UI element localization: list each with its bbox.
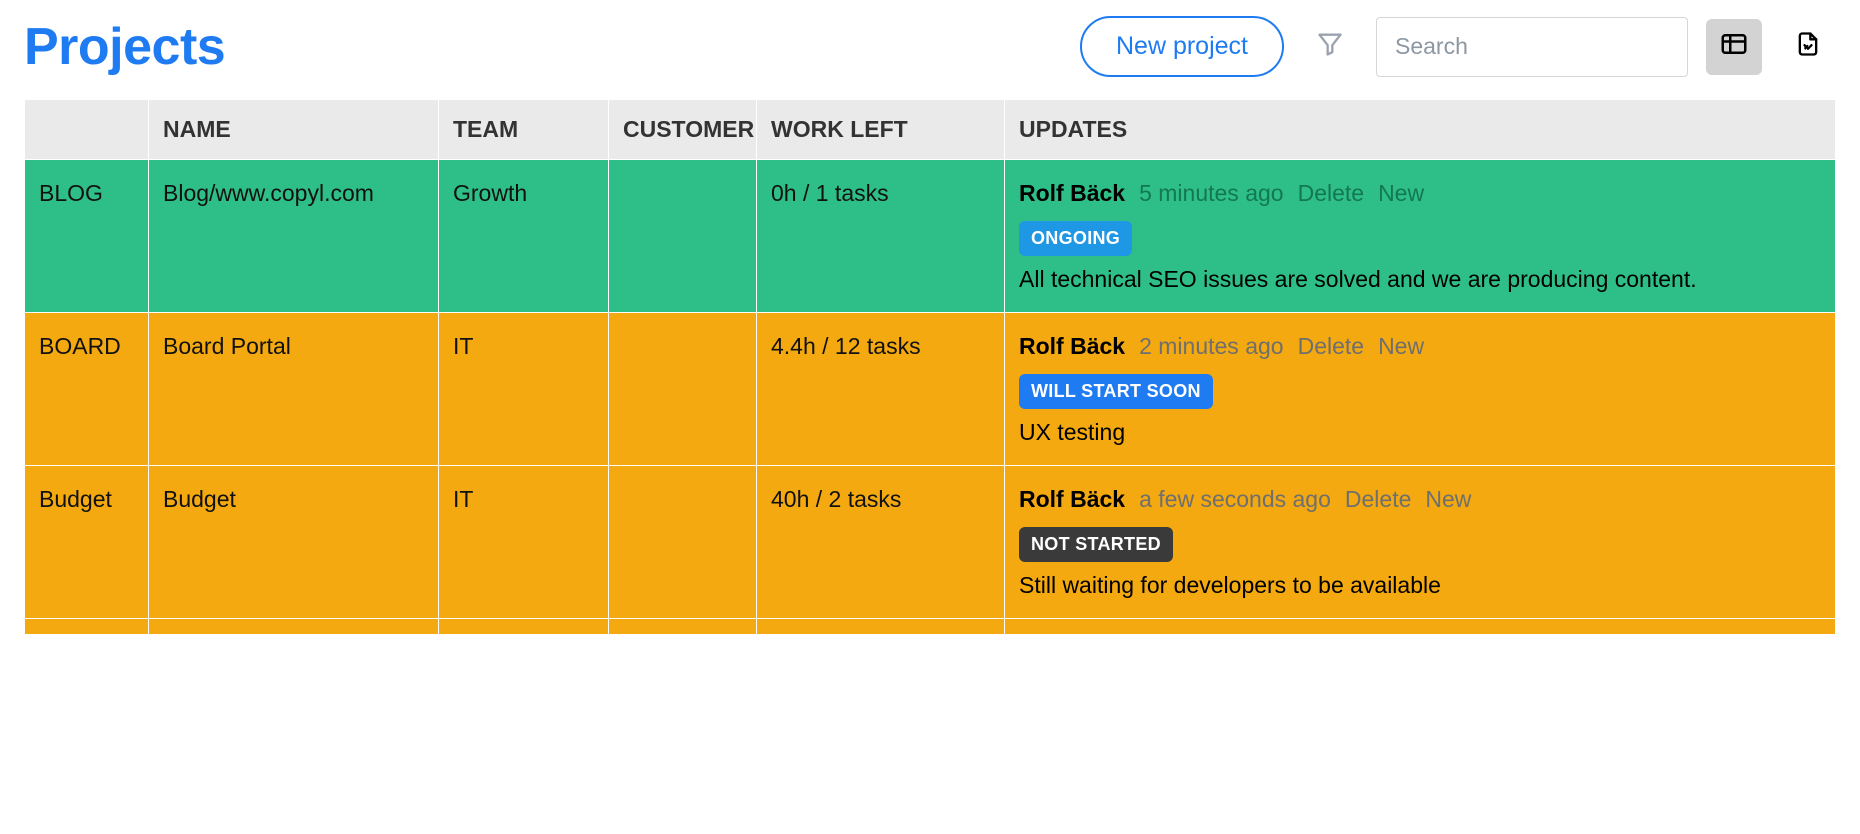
new-link[interactable]: New: [1378, 329, 1424, 364]
update-author: Rolf Bäck: [1019, 329, 1125, 364]
cell-customer: [609, 466, 757, 619]
cell-name: Blog/www.copyl.com: [149, 160, 439, 313]
cell-code: BOARD: [25, 313, 149, 466]
update-author: Rolf Bäck: [1019, 176, 1125, 211]
cell-empty: [149, 619, 439, 635]
cell-empty: [757, 619, 1005, 635]
update-meta: Rolf Bäck 2 minutes ago Delete New: [1019, 329, 1821, 364]
update-time: a few seconds ago: [1139, 482, 1331, 517]
update-text: All technical SEO issues are solved and …: [1019, 262, 1821, 297]
page: Projects New project: [0, 0, 1860, 635]
status-badge: ONGOING: [1019, 221, 1132, 256]
cell-team: IT: [439, 466, 609, 619]
filter-button[interactable]: [1302, 19, 1358, 75]
update-author: Rolf Bäck: [1019, 482, 1125, 517]
col-header-team[interactable]: TEAM: [439, 100, 609, 160]
search-input[interactable]: [1376, 17, 1688, 77]
page-title: Projects: [24, 17, 225, 77]
col-header-code[interactable]: [25, 100, 149, 160]
cell-customer: [609, 160, 757, 313]
table-row[interactable]: BudgetBudgetIT40h / 2 tasksRolf Bäcka fe…: [25, 466, 1836, 619]
cell-workleft: 4.4h / 12 tasks: [757, 313, 1005, 466]
table-icon: [1719, 29, 1749, 65]
cell-empty: [1005, 619, 1836, 635]
status-badge: NOT STARTED: [1019, 527, 1173, 562]
cell-workleft: 40h / 2 tasks: [757, 466, 1005, 619]
delete-link[interactable]: Delete: [1298, 176, 1364, 211]
cell-team: IT: [439, 313, 609, 466]
table-row[interactable]: [25, 619, 1836, 635]
cell-name: Budget: [149, 466, 439, 619]
new-link[interactable]: New: [1425, 482, 1471, 517]
projects-table: NAME TEAM CUSTOMER WORK LEFT UPDATES BLO…: [24, 99, 1836, 635]
col-header-name[interactable]: NAME: [149, 100, 439, 160]
col-header-workleft[interactable]: WORK LEFT: [757, 100, 1005, 160]
table-row[interactable]: BLOGBlog/www.copyl.comGrowth 0h / 1 tasks…: [25, 160, 1836, 313]
cell-code: Budget: [25, 466, 149, 619]
update-time: 5 minutes ago: [1139, 176, 1283, 211]
col-header-updates[interactable]: UPDATES: [1005, 100, 1836, 160]
cell-updates: Rolf Bäck a few seconds ago Delete New NOT S…: [1005, 466, 1836, 619]
cell-team: Growth: [439, 160, 609, 313]
header: Projects New project: [24, 6, 1836, 99]
cell-empty: [439, 619, 609, 635]
table-body: BLOGBlog/www.copyl.comGrowth 0h / 1 tasks…: [25, 160, 1836, 635]
status-badge: WILL START SOON: [1019, 374, 1213, 409]
funnel-icon: [1316, 30, 1344, 64]
cell-empty: [609, 619, 757, 635]
new-project-button[interactable]: New project: [1080, 16, 1284, 77]
file-export-icon: x: [1794, 30, 1822, 64]
update-meta: Rolf Bäck 5 minutes ago Delete New: [1019, 176, 1821, 211]
cell-updates: Rolf Bäck 2 minutes ago Delete New WILL STAR…: [1005, 313, 1836, 466]
export-button[interactable]: x: [1780, 19, 1836, 75]
update-time: 2 minutes ago: [1139, 329, 1283, 364]
table-row[interactable]: BOARDBoard PortalIT4.4h / 12 tasksRolf B…: [25, 313, 1836, 466]
col-header-customer[interactable]: CUSTOMER: [609, 100, 757, 160]
cell-customer: [609, 313, 757, 466]
cell-updates: Rolf Bäck 5 minutes ago Delete New ONGOING Al…: [1005, 160, 1836, 313]
table-view-button[interactable]: [1706, 19, 1762, 75]
cell-code: BLOG: [25, 160, 149, 313]
update-text: UX testing: [1019, 415, 1821, 450]
delete-link[interactable]: Delete: [1345, 482, 1411, 517]
update-text: Still waiting for developers to be avail…: [1019, 568, 1821, 603]
new-link[interactable]: New: [1378, 176, 1424, 211]
update-meta: Rolf Bäck a few seconds ago Delete New: [1019, 482, 1821, 517]
table-head: NAME TEAM CUSTOMER WORK LEFT UPDATES: [25, 100, 1836, 160]
cell-workleft: 0h / 1 tasks: [757, 160, 1005, 313]
cell-name: Board Portal: [149, 313, 439, 466]
delete-link[interactable]: Delete: [1298, 329, 1364, 364]
cell-empty: [25, 619, 149, 635]
svg-text:x: x: [1805, 42, 1809, 51]
